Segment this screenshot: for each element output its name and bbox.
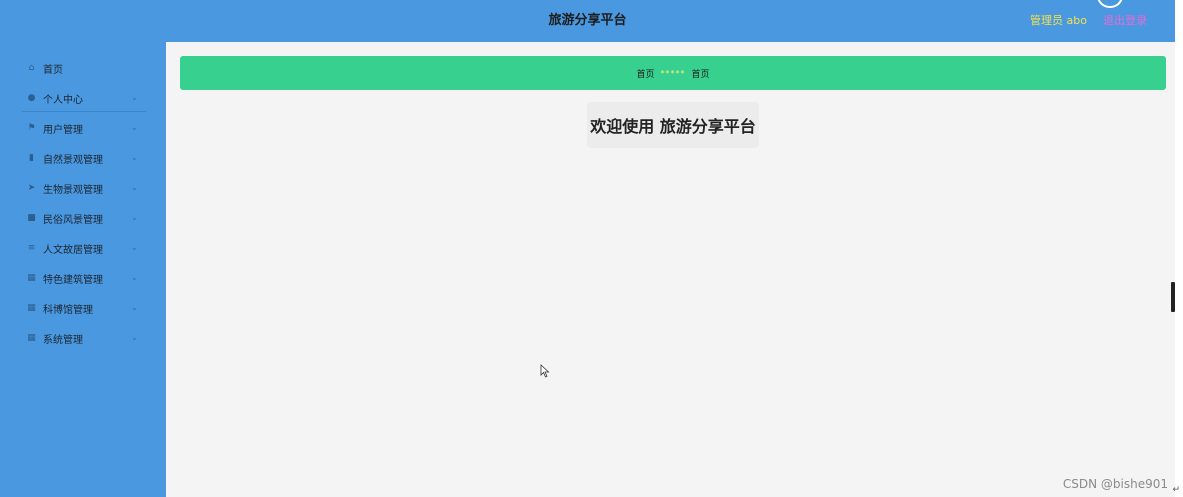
chevron-down-icon[interactable]: ⌄ [131,94,139,102]
chevron-down-icon[interactable]: ⌄ [131,334,139,342]
sidebar-item-2[interactable]: ⚑ 用户管理 ⌄ [0,113,166,143]
header-title: 旅游分享平台 [548,13,627,28]
sidebar-item-5[interactable]: ■ 民俗风景管理 ⌄ [0,203,166,233]
grid-icon: ▦ [27,332,36,343]
message-icon: ■ [27,212,36,223]
sidebar-item-6[interactable]: ≡ 人文故居管理 ⌄ [0,233,166,263]
sidebar-item-label: 用户管理 [43,124,83,136]
mouse-cursor-icon [540,364,550,378]
sidebar-item-label: 民俗风景管理 [43,214,103,226]
sidebar-item-9[interactable]: ▦ 系统管理 ⌄ [0,323,166,353]
sidebar-item-1[interactable]: ● 个人中心 ⌄ [0,83,166,113]
flag-icon: ⚑ [27,122,36,133]
logout-link[interactable]: 退出登录 [1103,0,1147,42]
top-header: 旅游分享平台 管理员 abo 退出登录 [0,0,1175,42]
sidebar-item-label: 特色建筑管理 [43,274,103,286]
sidebar-item-label: 自然景观管理 [43,154,103,166]
sidebar-item-4[interactable]: ➤ 生物景观管理 ⌄ [0,173,166,203]
main-content: 首页 ***** 首页 欢迎使用 旅游分享平台 [166,42,1175,497]
scrollbar-handle[interactable] [1171,282,1175,312]
sidebar-item-label: 系统管理 [43,334,83,346]
list-icon: ≡ [27,242,36,253]
sidebar-item-0[interactable]: ⌂ 首页 [0,53,166,83]
chevron-down-icon[interactable]: ⌄ [131,274,139,282]
grid-icon: ▦ [27,272,36,283]
breadcrumb-current: 首页 [691,69,710,80]
breadcrumb: 首页 ***** 首页 [180,56,1166,90]
return-icon: ↵ [1172,485,1180,495]
sidebar-item-label: 科博馆管理 [43,304,93,316]
chevron-down-icon[interactable]: ⌄ [131,154,139,162]
chart-icon: ▮ [29,152,34,163]
home-icon: ⌂ [28,62,35,73]
chevron-down-icon[interactable]: ⌄ [131,244,139,252]
chevron-down-icon[interactable]: ⌄ [131,124,139,132]
chevron-down-icon[interactable]: ⌄ [131,214,139,222]
sidebar-item-label: 首页 [43,64,63,76]
welcome-banner: 欢迎使用 旅游分享平台 [587,102,759,148]
chevron-down-icon[interactable]: ⌄ [131,184,139,192]
breadcrumb-home-link[interactable]: 首页 [636,67,654,80]
welcome-text: 欢迎使用 旅游分享平台 [590,117,756,136]
app-window: 旅游分享平台 管理员 abo 退出登录 ⌂ 首页 ● 个人中心 ⌄ ⚑ 用户管理 ⌄ ▮ 自然景观… [0,0,1183,497]
send-icon: ➤ [27,182,36,193]
sidebar-item-label: 人文故居管理 [43,244,103,256]
admin-username: 管理员 abo [1030,14,1087,27]
sidebar-item-8[interactable]: ▦ 科博馆管理 ⌄ [0,293,166,323]
breadcrumb-separator: ***** [660,68,686,78]
sidebar-item-7[interactable]: ▦ 特色建筑管理 ⌄ [0,263,166,293]
grid-icon: ▦ [27,302,36,313]
chevron-down-icon[interactable]: ⌄ [131,304,139,312]
sidebar-item-label: 生物景观管理 [43,184,103,196]
sidebar: ⌂ 首页 ● 个人中心 ⌄ ⚑ 用户管理 ⌄ ▮ 自然景观管理 ⌄ ➤ 生物景观管理 ⌄ ■ 民俗风景管理 ⌄ ≡… [0,42,166,497]
watermark: CSDN @bishe901 [1062,477,1168,491]
sidebar-item-label: 个人中心 [43,94,83,106]
sidebar-item-3[interactable]: ▮ 自然景观管理 ⌄ [0,143,166,173]
user-icon: ● [27,92,36,103]
